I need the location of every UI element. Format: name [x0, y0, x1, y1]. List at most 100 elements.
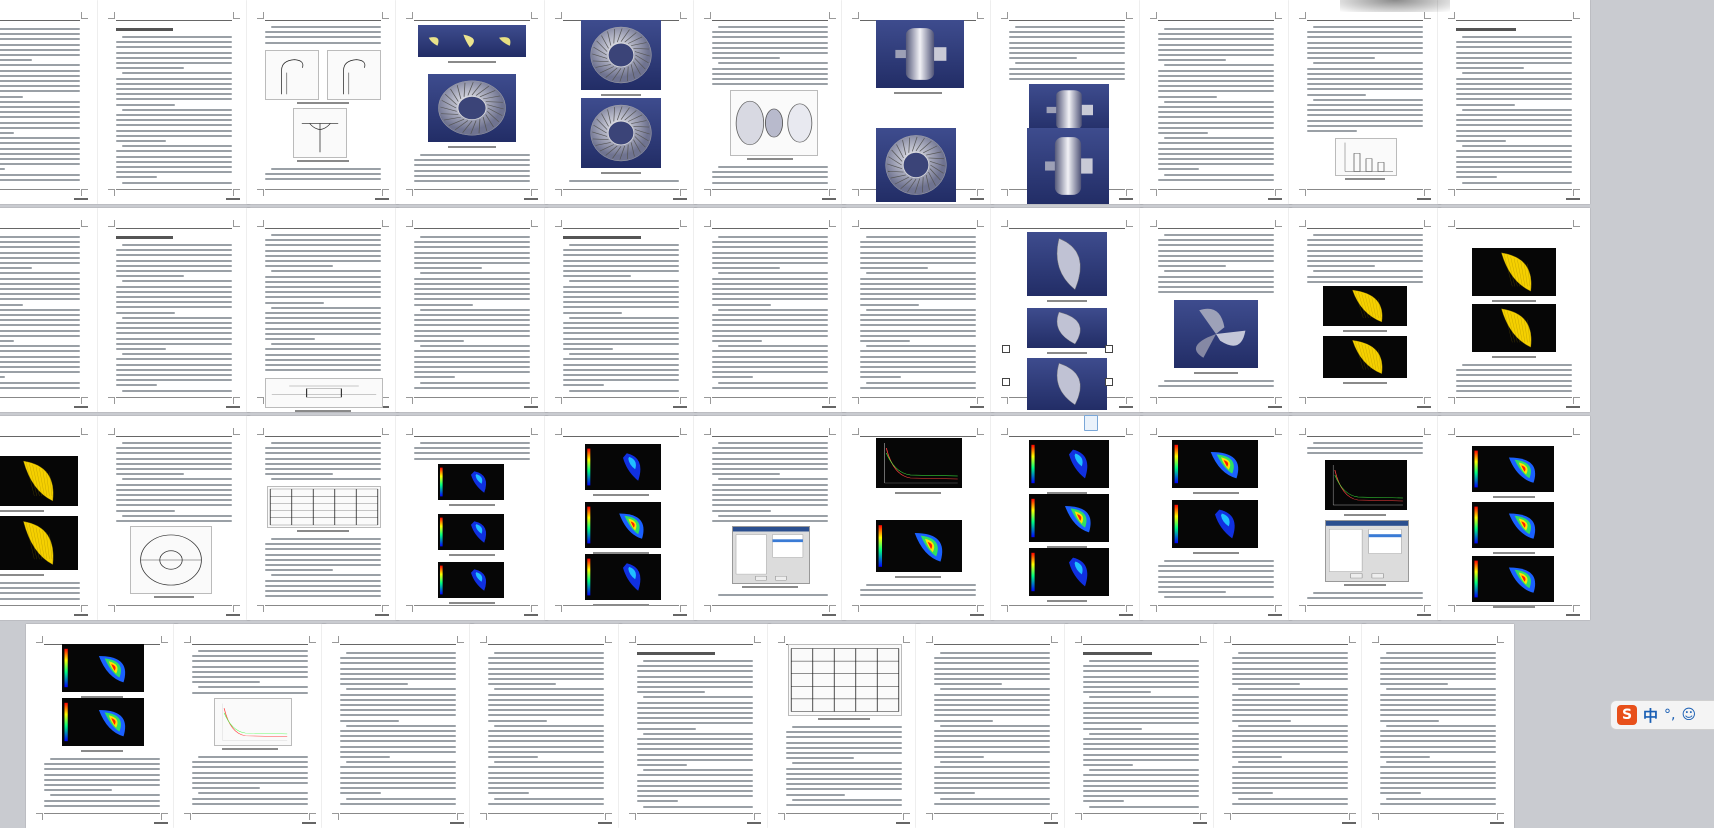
document-page[interactable] [396, 208, 548, 412]
text-line [1456, 93, 1572, 96]
page-header-rule [414, 228, 530, 229]
text-line [116, 67, 184, 70]
document-page[interactable] [1289, 208, 1441, 412]
document-page[interactable] [1140, 0, 1292, 204]
document-page[interactable] [396, 416, 548, 620]
text-line [0, 80, 80, 82]
text-line [1307, 72, 1423, 75]
document-page[interactable] [545, 208, 697, 412]
document-page[interactable] [991, 208, 1143, 412]
document-page[interactable] [1289, 0, 1441, 204]
text-line [265, 317, 381, 320]
page-number [154, 822, 168, 824]
document-page[interactable] [247, 0, 399, 204]
text-line [1083, 784, 1199, 787]
text-line [563, 254, 679, 257]
text-line [0, 597, 80, 600]
table-figure [267, 486, 381, 528]
text-line [488, 792, 529, 795]
ime-mode-label[interactable]: 中 [1643, 705, 1658, 726]
text-line [265, 553, 381, 556]
text-line [866, 308, 976, 311]
document-page[interactable] [991, 0, 1143, 204]
text-line [563, 374, 679, 376]
document-page[interactable] [0, 0, 98, 204]
document-page[interactable] [1289, 416, 1441, 620]
page-corner-mark [1126, 397, 1133, 404]
document-page[interactable] [991, 416, 1143, 620]
document-page[interactable] [470, 624, 622, 828]
page-header-rule [860, 228, 976, 229]
page-thumbnail-viewer[interactable] [0, 0, 1714, 828]
page-corner-mark [382, 428, 389, 435]
document-page[interactable] [916, 624, 1068, 828]
text-line [488, 787, 604, 790]
text-line [1009, 41, 1125, 44]
text-line [116, 254, 232, 257]
text-line [866, 584, 976, 586]
ime-punctuation-toggle[interactable]: °, [1664, 707, 1675, 723]
text-line [265, 280, 381, 283]
document-page[interactable] [396, 0, 548, 204]
document-page[interactable] [1438, 208, 1590, 412]
page-corner-mark [1424, 220, 1431, 227]
text-line [934, 709, 1050, 712]
text-line [866, 272, 976, 275]
figure-caption [448, 61, 496, 63]
document-page[interactable] [98, 208, 250, 412]
document-page[interactable] [1065, 624, 1217, 828]
document-page[interactable] [26, 624, 178, 828]
text-line [1380, 756, 1430, 758]
page-corner-mark [555, 397, 562, 404]
document-page[interactable] [174, 624, 326, 828]
page-corner-mark [257, 220, 264, 227]
ime-toolbar[interactable]: S 中 °, ☺ [1610, 700, 1714, 730]
document-page[interactable] [0, 208, 98, 412]
document-page[interactable] [694, 0, 846, 204]
sogou-logo-icon[interactable]: S [1617, 705, 1637, 725]
document-page[interactable] [842, 416, 994, 620]
document-page[interactable] [545, 0, 697, 204]
smiley-icon[interactable]: ☺ [1681, 707, 1696, 723]
document-page[interactable] [98, 0, 250, 204]
comment-note-icon[interactable] [1084, 415, 1098, 431]
section-heading [637, 652, 715, 655]
document-page[interactable] [545, 416, 697, 620]
page-footer-rule [1307, 397, 1423, 398]
text-line [192, 787, 260, 790]
document-page[interactable] [842, 0, 994, 204]
document-page[interactable] [768, 624, 920, 828]
document-page[interactable] [694, 416, 846, 620]
text-line [569, 389, 679, 392]
document-page[interactable] [98, 416, 250, 620]
text-line [1307, 46, 1423, 49]
text-line [265, 348, 381, 351]
text-line [712, 488, 828, 491]
text-line [420, 154, 530, 156]
text-line [1164, 380, 1274, 382]
document-page[interactable] [1438, 0, 1590, 204]
document-page[interactable] [247, 416, 399, 620]
document-page[interactable] [1438, 416, 1590, 620]
document-page[interactable] [1140, 208, 1292, 412]
document-page[interactable] [619, 624, 771, 828]
text-line [116, 51, 232, 54]
document-page[interactable] [842, 208, 994, 412]
text-line [712, 293, 828, 296]
text-line [1456, 114, 1572, 116]
text-line [1158, 111, 1274, 114]
document-page[interactable] [1214, 624, 1366, 828]
document-page[interactable] [694, 208, 846, 412]
document-page[interactable] [322, 624, 474, 828]
text-line [340, 740, 456, 743]
text-line [488, 730, 604, 732]
document-page[interactable] [247, 208, 399, 412]
text-line [1462, 364, 1572, 366]
page-corner-mark [1424, 12, 1431, 19]
contour-warm-figure [62, 644, 144, 692]
tshape-figure [293, 108, 347, 158]
document-page[interactable] [1362, 624, 1514, 828]
document-page[interactable] [0, 416, 98, 620]
page-header-rule [0, 20, 80, 21]
document-page[interactable] [1140, 416, 1292, 620]
